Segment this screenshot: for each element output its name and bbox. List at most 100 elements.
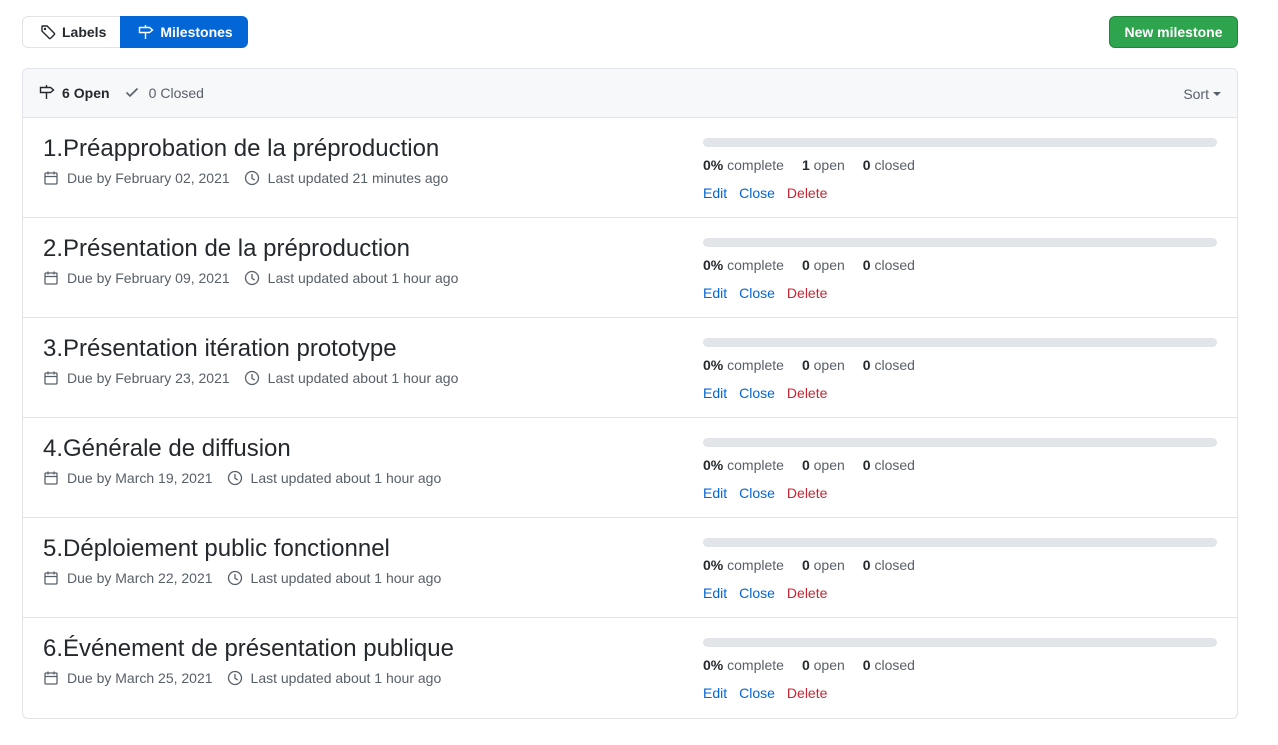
delete-link[interactable]: Delete [787, 285, 827, 301]
clock-icon [244, 270, 260, 286]
closed-issues-count[interactable]: 0 closed [863, 257, 915, 273]
new-milestone-button[interactable]: New milestone [1109, 16, 1238, 48]
open-issues-label: open [813, 257, 845, 273]
sort-dropdown[interactable]: Sort [1183, 69, 1221, 118]
milestone-title[interactable]: 4.Générale de diffusion [43, 435, 291, 463]
due-date: Due by February 02, 2021 [43, 170, 230, 186]
delete-link[interactable]: Delete [787, 685, 827, 701]
delete-link[interactable]: Delete [787, 185, 827, 201]
close-link[interactable]: Close [739, 385, 775, 401]
delete-link[interactable]: Delete [787, 485, 827, 501]
edit-link[interactable]: Edit [703, 185, 727, 201]
close-link[interactable]: Close [739, 485, 775, 501]
closed-value: 0 [862, 357, 871, 373]
last-updated-text: Last updated about 1 hour ago [250, 670, 442, 686]
percent-value: 0% [703, 657, 724, 673]
labels-tab[interactable]: Labels [22, 16, 122, 48]
milestone-stats: 0% complete 0 open 0 closed [703, 357, 933, 373]
calendar-icon [43, 170, 59, 186]
last-updated: Last updated about 1 hour ago [227, 570, 441, 586]
milestone-title[interactable]: 2.Présentation de la préproduction [43, 235, 410, 263]
closed-issues-count[interactable]: 0 closed [863, 457, 915, 473]
close-link[interactable]: Close [739, 585, 775, 601]
closed-issues-count[interactable]: 0 closed [863, 557, 915, 573]
delete-link[interactable]: Delete [787, 385, 827, 401]
closed-issues-label: closed [874, 657, 915, 673]
percent-complete: 0% complete [703, 357, 784, 373]
edit-link[interactable]: Edit [703, 685, 727, 701]
edit-link[interactable]: Edit [703, 285, 727, 301]
due-date: Due by February 09, 2021 [43, 270, 230, 286]
edit-link[interactable]: Edit [703, 485, 727, 501]
milestone-stats: 0% complete 1 open 0 closed [703, 157, 933, 173]
closed-value: 0 [862, 157, 871, 173]
last-updated-text: Last updated about 1 hour ago [250, 470, 442, 486]
open-issues-count[interactable]: 0 open [802, 257, 845, 273]
milestone-icon [138, 24, 154, 40]
open-value: 0 [801, 257, 810, 273]
delete-link[interactable]: Delete [787, 585, 827, 601]
clock-icon [227, 470, 243, 486]
open-issues-count[interactable]: 0 open [802, 457, 845, 473]
close-link[interactable]: Close [739, 185, 775, 201]
open-value: 0 [801, 557, 810, 573]
closed-issues-count[interactable]: 0 closed [863, 357, 915, 373]
close-link[interactable]: Close [739, 285, 775, 301]
close-link[interactable]: Close [739, 685, 775, 701]
closed-issues-count[interactable]: 0 closed [863, 157, 915, 173]
progress-bar [703, 238, 1217, 247]
progress-bar [703, 438, 1217, 447]
percent-complete: 0% complete [703, 157, 784, 173]
open-issues-label: open [813, 157, 845, 173]
due-date-text: Due by February 23, 2021 [67, 370, 230, 386]
calendar-icon [43, 670, 59, 686]
open-count: 6 [62, 85, 70, 101]
percent-complete: 0% complete [703, 557, 784, 573]
milestones-tab[interactable]: Milestones [120, 16, 248, 48]
milestone-row: 6.Événement de présentation publique Due… [23, 618, 1237, 718]
milestones-toolbar: Labels Milestones New milestone [22, 16, 1238, 48]
milestone-title[interactable]: 3.Présentation itération prototype [43, 335, 397, 363]
percent-complete: 0% complete [703, 657, 784, 673]
due-date: Due by March 25, 2021 [43, 670, 213, 686]
percent-value: 0% [703, 257, 724, 273]
last-updated-text: Last updated 21 minutes ago [267, 170, 449, 186]
open-issues-label: open [813, 357, 845, 373]
complete-label: complete [727, 657, 784, 673]
due-date-text: Due by February 02, 2021 [67, 170, 230, 186]
due-date: Due by March 19, 2021 [43, 470, 213, 486]
milestone-row: 4.Générale de diffusion Due by March 19,… [23, 418, 1237, 518]
milestone-title[interactable]: 1.Préapprobation de la préproduction [43, 135, 439, 163]
milestone-row: 1.Préapprobation de la préproduction Due… [23, 118, 1237, 218]
last-updated: Last updated about 1 hour ago [227, 670, 442, 686]
closed-count: 0 [148, 85, 157, 101]
milestone-row: 2.Présentation de la préproduction Due b… [23, 218, 1237, 318]
open-issues-count[interactable]: 0 open [802, 357, 845, 373]
last-updated: Last updated about 1 hour ago [244, 270, 458, 286]
edit-link[interactable]: Edit [703, 585, 727, 601]
milestone-meta: Due by February 09, 2021 Last updated ab… [43, 270, 458, 286]
clock-icon [227, 670, 243, 686]
open-issues-count[interactable]: 0 open [802, 657, 845, 673]
clock-icon [227, 570, 243, 586]
milestone-meta: Due by February 02, 2021 Last updated 21… [43, 170, 448, 186]
milestone-meta: Due by March 25, 2021 Last updated about… [43, 670, 441, 686]
due-date-text: Due by February 09, 2021 [67, 270, 230, 286]
clock-icon [244, 170, 260, 186]
open-issues-count[interactable]: 0 open [802, 557, 845, 573]
closed-value: 0 [862, 657, 871, 673]
edit-link[interactable]: Edit [703, 385, 727, 401]
milestone-title[interactable]: 6.Événement de présentation publique [43, 635, 454, 663]
closed-issues-count[interactable]: 0 closed [863, 657, 915, 673]
open-issues-count[interactable]: 1 open [802, 157, 845, 173]
open-milestones-filter[interactable]: 6 Open [39, 84, 110, 103]
closed-value: 0 [862, 457, 871, 473]
progress-bar [703, 138, 1217, 147]
open-label: Open [73, 85, 110, 101]
milestone-meta: Due by February 23, 2021 Last updated ab… [43, 370, 458, 386]
milestone-stats: 0% complete 0 open 0 closed [703, 657, 933, 673]
closed-milestones-filter[interactable]: 0 Closed [124, 84, 204, 103]
milestone-title[interactable]: 5.Déploiement public fonctionnel [43, 535, 390, 563]
due-date-text: Due by March 25, 2021 [67, 670, 213, 686]
complete-label: complete [727, 257, 784, 273]
